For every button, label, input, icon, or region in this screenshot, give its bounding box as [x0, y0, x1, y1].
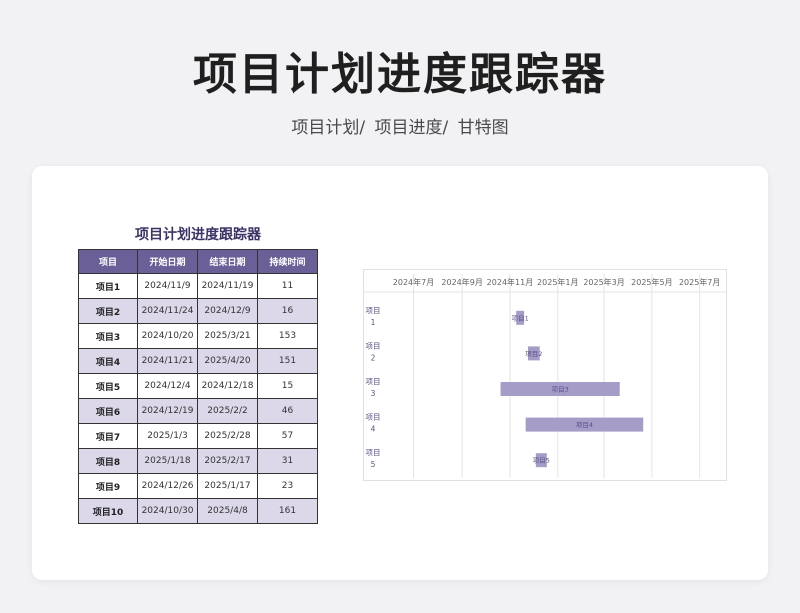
- cell-duration: 151: [257, 348, 318, 374]
- cell-start: 2025/1/18: [137, 448, 198, 474]
- x-tick-label: 2025年1月: [537, 277, 578, 287]
- cell-end: 2024/12/18: [197, 373, 258, 399]
- cell-duration: 15: [257, 373, 318, 399]
- cell-project: 项目9: [78, 473, 138, 499]
- category-label: 1: [371, 318, 376, 327]
- cell-project: 项目7: [78, 423, 138, 449]
- category-label: 项目: [366, 413, 381, 422]
- cell-project: 项目2: [78, 298, 138, 324]
- table-row: 项目5 2024/12/4 2024/12/18 15: [78, 373, 318, 399]
- category-label: 项目: [366, 448, 381, 457]
- cell-start: 2024/10/20: [137, 323, 198, 349]
- header-duration: 持续时间: [257, 249, 318, 274]
- cell-duration: 161: [257, 498, 318, 524]
- header-start: 开始日期: [137, 249, 198, 274]
- bar-label: 项目3: [552, 386, 569, 394]
- cell-end: 2025/3/21: [197, 323, 258, 349]
- x-tick-label: 2024年9月: [441, 277, 482, 287]
- cell-end: 2025/4/8: [197, 498, 258, 524]
- cell-start: 2024/12/19: [137, 398, 198, 424]
- page-title: 项目计划进度跟踪器: [193, 49, 607, 100]
- header-end: 结束日期: [197, 249, 258, 274]
- subtitle: 项目计划/ 项目进度/ 甘特图: [0, 113, 800, 138]
- x-tick-label: 2024年11月: [487, 277, 534, 287]
- category-label: 3: [371, 389, 376, 398]
- table-title: 项目计划进度跟踪器: [135, 227, 261, 243]
- cell-project: 项目10: [78, 498, 138, 524]
- cell-end: 2025/2/17: [197, 448, 258, 474]
- content-card: 项目计划进度跟踪器 项目 开始日期 结束日期 持续时间 项目1 2024/11/9…: [32, 166, 768, 580]
- table-body: 项目1 2024/11/9 2024/11/19 11 项目2 2024/11/24 202…: [78, 273, 318, 524]
- bar-label: 项目2: [525, 350, 542, 358]
- cell-project: 项目5: [78, 373, 138, 399]
- cell-end: 2024/11/19: [197, 273, 258, 299]
- table-row: 项目1 2024/11/9 2024/11/19 11: [78, 273, 318, 299]
- cell-end: 2025/4/20: [197, 348, 258, 374]
- table-row: 项目3 2024/10/20 2025/3/21 153: [78, 323, 318, 349]
- x-tick-label: 2025年5月: [631, 277, 672, 287]
- category-label: 项目: [366, 377, 381, 386]
- cell-project: 项目6: [78, 398, 138, 424]
- cell-project: 项目4: [78, 348, 138, 374]
- cell-duration: 23: [257, 473, 318, 499]
- x-tick-label: 2024年7月: [393, 277, 434, 287]
- gantt-chart: 2024年7月 2024年9月 2024年11月 2025年1月 2025年3月 2025…: [363, 269, 727, 481]
- cell-start: 2025/1/3: [137, 423, 198, 449]
- bar-label: 项目4: [576, 421, 593, 429]
- cell-end: 2025/2/2: [197, 398, 258, 424]
- table-row: 项目7 2025/1/3 2025/2/28 57: [78, 423, 318, 449]
- cell-duration: 153: [257, 323, 318, 349]
- bar-label: 项目1: [512, 314, 529, 322]
- project-table: 项目 开始日期 结束日期 持续时间 项目1 2024/11/9 2024/11/19…: [78, 249, 318, 524]
- cell-start: 2024/10/30: [137, 498, 198, 524]
- cell-duration: 11: [257, 273, 318, 299]
- cell-start: 2024/11/9: [137, 273, 198, 299]
- table-row: 项目2 2024/11/24 2024/12/9 16: [78, 298, 318, 324]
- subtitle-item: 甘特图: [457, 118, 509, 138]
- table-header-row: 项目 开始日期 结束日期 持续时间: [78, 249, 318, 274]
- cell-project: 项目8: [78, 448, 138, 474]
- subtitle-item: 项目进度/: [374, 118, 449, 138]
- category-label: 2: [371, 353, 376, 362]
- bar-label: 项目5: [533, 457, 550, 465]
- header-project: 项目: [78, 249, 138, 274]
- cell-end: 2025/1/17: [197, 473, 258, 499]
- table-row: 项目8 2025/1/18 2025/2/17 31: [78, 448, 318, 474]
- cell-start: 2024/12/26: [137, 473, 198, 499]
- cell-end: 2024/12/9: [197, 298, 258, 324]
- cell-duration: 16: [257, 298, 318, 324]
- cell-duration: 46: [257, 398, 318, 424]
- table-row: 项目9 2024/12/26 2025/1/17 23: [78, 473, 318, 499]
- cell-duration: 57: [257, 423, 318, 449]
- subtitle-item: 项目计划/: [291, 118, 366, 138]
- table-row: 项目6 2024/12/19 2025/2/2 46: [78, 398, 318, 424]
- cell-duration: 31: [257, 448, 318, 474]
- category-label: 项目: [366, 306, 381, 315]
- cell-start: 2024/11/21: [137, 348, 198, 374]
- x-tick-label: 2025年3月: [583, 277, 624, 287]
- table-row: 项目4 2024/11/21 2025/4/20 151: [78, 348, 318, 374]
- table-row: 项目10 2024/10/30 2025/4/8 161: [78, 498, 318, 524]
- category-label: 项目: [366, 341, 381, 350]
- gantt-svg: 2024年7月 2024年9月 2024年11月 2025年1月 2025年3月 2025…: [364, 274, 726, 478]
- cell-start: 2024/11/24: [137, 298, 198, 324]
- category-label: 4: [371, 425, 376, 434]
- x-tick-label: 2025年7月: [679, 277, 720, 287]
- cell-project: 项目1: [78, 273, 138, 299]
- cell-start: 2024/12/4: [137, 373, 198, 399]
- cell-project: 项目3: [78, 323, 138, 349]
- cell-end: 2025/2/28: [197, 423, 258, 449]
- category-label: 5: [371, 460, 376, 469]
